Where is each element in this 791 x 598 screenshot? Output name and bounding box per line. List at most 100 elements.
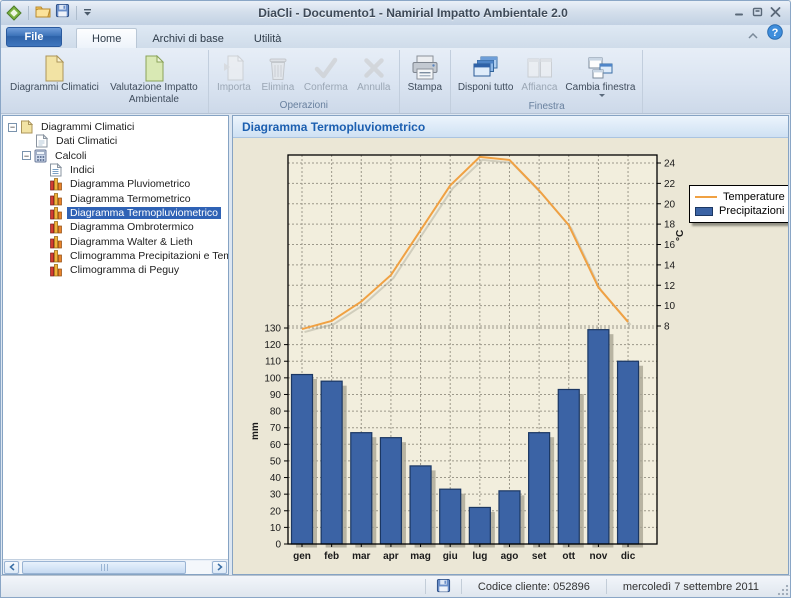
tree-item[interactable]: − Calcoli: [6, 149, 228, 163]
tree-item-label[interactable]: Dati Climatici: [53, 135, 120, 147]
collapse-expander-icon[interactable]: −: [8, 123, 17, 132]
quick-access-toolbar: [1, 3, 92, 23]
svg-text:22: 22: [664, 179, 676, 190]
tree-panel: − Diagrammi Climatici Dati Climatici − Calco…: [2, 115, 229, 575]
qat-customize-button[interactable]: [83, 4, 92, 22]
tab-utilita[interactable]: Utilità: [239, 29, 297, 48]
tree-item-label[interactable]: Diagramma Pluviometrico: [67, 178, 193, 190]
tree-item[interactable]: Indici: [6, 163, 228, 177]
tree-item[interactable]: Dati Climatici: [6, 134, 228, 148]
svg-text:20: 20: [664, 199, 676, 210]
svg-text:mag: mag: [410, 551, 431, 562]
svg-text:set: set: [532, 551, 547, 562]
close-button[interactable]: [770, 4, 781, 22]
tree-item-label[interactable]: Diagramma Ombrotermico: [67, 221, 197, 233]
annulla-button: Annulla: [352, 51, 396, 99]
save-button[interactable]: [55, 3, 70, 23]
svg-text:110: 110: [265, 357, 281, 368]
cascade-windows-icon: [472, 54, 499, 82]
svg-text:12: 12: [664, 281, 676, 292]
tab-home[interactable]: Home: [76, 28, 137, 48]
printer-icon: [411, 54, 439, 82]
svg-text:70: 70: [270, 423, 282, 434]
tree-item-label[interactable]: Diagrammi Climatici: [38, 121, 137, 133]
svg-text:50: 50: [270, 456, 282, 467]
file-menu-button[interactable]: File: [6, 27, 62, 47]
tree-horizontal-scrollbar[interactable]: [3, 559, 228, 574]
app-window: DiaCli - Documento1 - Namirial Impatto A…: [0, 0, 791, 598]
resize-grip-icon[interactable]: [775, 581, 790, 597]
tree-item[interactable]: Diagramma Walter & Lieth: [6, 234, 228, 248]
scroll-left-button[interactable]: [4, 561, 19, 574]
svg-text:ago: ago: [501, 551, 519, 562]
button-label: Elimina: [262, 82, 295, 94]
diagrammi-climatici-button[interactable]: Diagrammi Climatici: [6, 51, 103, 106]
ribbon-group: Stampa: [400, 50, 451, 113]
tree-item[interactable]: Diagramma Termometrico: [6, 191, 228, 205]
tree-item-label[interactable]: Climogramma di Peguy: [67, 264, 182, 276]
tree-mini-chart-icon: [49, 220, 64, 234]
tree-calculator-icon: [34, 149, 49, 163]
tree-item[interactable]: Diagramma Ombrotermico: [6, 220, 228, 234]
check-icon: [313, 54, 339, 82]
svg-text:dic: dic: [621, 551, 636, 562]
trash-icon: [267, 54, 289, 82]
tree-mini-chart-icon: [49, 263, 64, 277]
tree-page-white-icon: [35, 134, 50, 148]
scrollbar-thumb[interactable]: [22, 561, 186, 574]
minimize-ribbon-button[interactable]: [748, 26, 758, 44]
floppy-icon: [55, 3, 70, 23]
qat-dropdown-icon: [83, 4, 92, 22]
tree-item-label[interactable]: Diagramma Termopluviometrico: [67, 207, 221, 219]
tree-item-label[interactable]: Diagramma Walter & Lieth: [67, 236, 196, 248]
chevron-left-icon: [9, 558, 15, 575]
chart-area: 0102030405060708090100110120130810121416…: [233, 138, 788, 575]
scrollbar-track[interactable]: [20, 561, 211, 574]
conferma-button: Conferma: [300, 51, 352, 99]
svg-text:18: 18: [664, 220, 676, 231]
tree-item-label[interactable]: Diagramma Termometrico: [67, 193, 194, 205]
svg-text:apr: apr: [383, 551, 399, 562]
help-button[interactable]: ?: [767, 24, 783, 45]
legend-item-precipitazioni: Precipitazioni: [695, 204, 785, 218]
ribbon-group: Diagrammi ClimaticiValutazione Impatto A…: [3, 50, 209, 113]
collapse-expander-icon[interactable]: −: [22, 151, 31, 160]
app-logo-icon[interactable]: [6, 5, 22, 21]
legend-item-temperature: Temperature: [695, 190, 785, 204]
scroll-right-button[interactable]: [212, 561, 227, 574]
statusbar: Codice cliente: 052896 mercoledì 7 sette…: [1, 575, 790, 597]
cambia-finestra-button[interactable]: Cambia finestra: [561, 51, 639, 100]
statusbar-save-button[interactable]: [426, 578, 461, 596]
tree-item[interactable]: − Diagrammi Climatici: [6, 120, 228, 134]
tree-item[interactable]: Climogramma Precipitazioni e Temperature: [6, 249, 228, 263]
separator: [76, 6, 77, 20]
chart-legend: Temperature Precipitazioni: [689, 185, 789, 223]
minimize-button[interactable]: [734, 4, 745, 22]
ribbon-group-label: [6, 106, 205, 113]
tree-item-label[interactable]: Indici: [67, 164, 98, 176]
open-button[interactable]: [35, 4, 51, 23]
restore-button[interactable]: [752, 4, 763, 22]
svg-text:30: 30: [270, 490, 282, 501]
chevron-right-icon: [217, 558, 223, 575]
tree-mini-chart-icon: [49, 249, 64, 263]
svg-text:80: 80: [270, 407, 282, 418]
tree-item-label[interactable]: Calcoli: [52, 150, 90, 162]
svg-text:90: 90: [270, 390, 282, 401]
svg-text:24: 24: [664, 159, 676, 170]
help-icon: ?: [767, 27, 783, 44]
tab-archivi-di-base[interactable]: Archivi di base: [137, 29, 239, 48]
valutazione-impatto-ambientale-button[interactable]: Valutazione Impatto Ambientale: [103, 51, 205, 106]
tree-mini-chart-icon: [49, 177, 64, 191]
stampa-button[interactable]: Stampa: [403, 51, 447, 99]
titlebar: DiaCli - Documento1 - Namirial Impatto A…: [1, 1, 790, 25]
tree-item[interactable]: Climogramma di Peguy: [6, 263, 228, 277]
svg-text:8: 8: [664, 322, 670, 333]
floppy-icon: [436, 578, 451, 596]
disponi-tutto-button[interactable]: Disponi tutto: [454, 51, 518, 100]
tree-item[interactable]: Diagramma Pluviometrico: [6, 177, 228, 191]
tree-item-label[interactable]: Climogramma Precipitazioni e Temperature: [67, 250, 229, 262]
thermopluviometric-chart: 0102030405060708090100110120130810121416…: [245, 144, 697, 566]
svg-text:100: 100: [264, 373, 281, 384]
tree-item[interactable]: Diagramma Termopluviometrico: [6, 206, 228, 220]
